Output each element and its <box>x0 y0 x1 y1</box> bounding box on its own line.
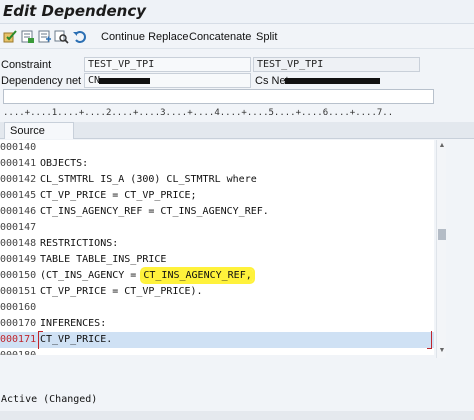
split-button[interactable]: Split <box>256 31 277 43</box>
toolbar: Continue Replace Concatenate Split <box>0 25 474 49</box>
line-code: (CT_INS_AGENCY = CT_INS_AGENCY_REF, <box>40 268 253 284</box>
check-syntax-icon[interactable] <box>3 29 18 44</box>
code-line[interactable]: 000151 CT_VP_PRICE = CT_VP_PRICE). <box>0 284 434 300</box>
insert-icon[interactable] <box>37 29 52 44</box>
redacted-mark <box>285 78 380 84</box>
constraint-description: TEST_VP_TPI <box>253 57 420 72</box>
find-icon[interactable] <box>54 29 69 44</box>
line-number: 000145 <box>0 190 37 201</box>
continue-replace-button[interactable]: Continue Replace <box>101 31 188 43</box>
line-number: 000170 <box>0 318 37 329</box>
code-line[interactable]: 000150 (CT_INS_AGENCY = CT_INS_AGENCY_REF… <box>0 268 434 284</box>
bottom-bar <box>0 411 474 420</box>
code-text: (CT_INS_AGENCY = <box>40 270 143 281</box>
status-bar: Active (Changed) <box>0 394 474 408</box>
code-line[interactable]: 000142 CL_STMTRL IS_A (300) CL_STMTRL whe… <box>0 172 434 188</box>
status-text: Active (Changed) <box>1 394 98 405</box>
line-number: 000180 <box>0 348 38 355</box>
vertical-scrollbar[interactable]: ▲ ▼ <box>436 140 446 358</box>
code-line[interactable]: 000170 INFERENCES: <box>0 316 434 332</box>
highlighted-text: CT_INS_AGENCY_REF, <box>142 269 253 282</box>
scroll-down-icon[interactable]: ▼ <box>438 347 446 355</box>
line-number: 000140 <box>0 142 37 153</box>
line-number: 000171 <box>0 334 37 345</box>
line-number: 000149 <box>0 254 37 265</box>
line-code: CL_STMTRL IS_A (300) CL_STMTRL where <box>40 174 257 185</box>
constraint-field[interactable]: TEST_VP_TPI <box>84 57 251 72</box>
dependency-net-label: Dependency net <box>1 75 82 87</box>
line-code: TABLE TABLE_INS_PRICE <box>40 254 167 265</box>
code-line[interactable]: 000141 OBJECTS: <box>0 156 434 172</box>
code-line[interactable]: 000146 CT_INS_AGENCY_REF = CT_INS_AGENCY_… <box>0 204 434 220</box>
line-number: 000146 <box>0 206 37 217</box>
paste-icon[interactable] <box>20 29 35 44</box>
code-line[interactable]: 000160 <box>0 300 434 316</box>
line-number: 000150 <box>0 270 37 281</box>
source-editor[interactable]: 000140 000141 OBJECTS: 000142 CL_STMTRL IS… <box>0 140 434 355</box>
long-text-field[interactable] <box>3 89 434 104</box>
code-line[interactable]: 000140 <box>0 140 434 156</box>
undo-icon[interactable] <box>72 29 87 44</box>
line-code: CT_VP_PRICE = CT_VP_PRICE; <box>40 190 197 201</box>
line-number: 000148 <box>0 238 37 249</box>
line-number: 000141 <box>0 158 37 169</box>
window-title: Edit Dependency <box>3 2 146 20</box>
code-line[interactable]: 000147 <box>0 220 434 236</box>
code-line[interactable]: 000180 <box>0 348 434 355</box>
line-code: OBJECTS: <box>40 158 89 169</box>
code-line[interactable]: 000148 RESTRICTIONS: <box>0 236 434 252</box>
concatenate-button[interactable]: Concatenate <box>189 31 251 43</box>
scroll-thumb[interactable] <box>438 229 446 240</box>
redacted-mark <box>99 78 150 84</box>
line-code: RESTRICTIONS: <box>40 238 119 249</box>
line-number: 000147 <box>0 222 37 233</box>
scroll-up-icon[interactable]: ▲ <box>438 142 446 150</box>
code-line[interactable]: 000149 TABLE TABLE_INS_PRICE <box>0 252 434 268</box>
column-ruler: ....+....1....+....2....+....3....+....4… <box>3 108 394 118</box>
tab-bar: Source Code <box>0 122 474 153</box>
line-number: 000142 <box>0 174 37 185</box>
line-code: CT_VP_PRICE = CT_VP_PRICE). <box>40 286 203 297</box>
line-number: 000151 <box>0 286 37 297</box>
line-code: CT_INS_AGENCY_REF = CT_INS_AGENCY_REF. <box>40 206 269 217</box>
tab-source-code[interactable]: Source Code <box>4 122 74 153</box>
cs-net-label: Cs Net <box>255 75 289 87</box>
line-code: INFERENCES: <box>40 318 107 329</box>
code-line[interactable]: 000145 CT_VP_PRICE = CT_VP_PRICE; <box>0 188 434 204</box>
constraint-label: Constraint <box>1 59 52 71</box>
selection-marker <box>38 331 432 349</box>
line-number: 000160 <box>0 302 37 313</box>
title-bar: Edit Dependency <box>0 0 474 24</box>
